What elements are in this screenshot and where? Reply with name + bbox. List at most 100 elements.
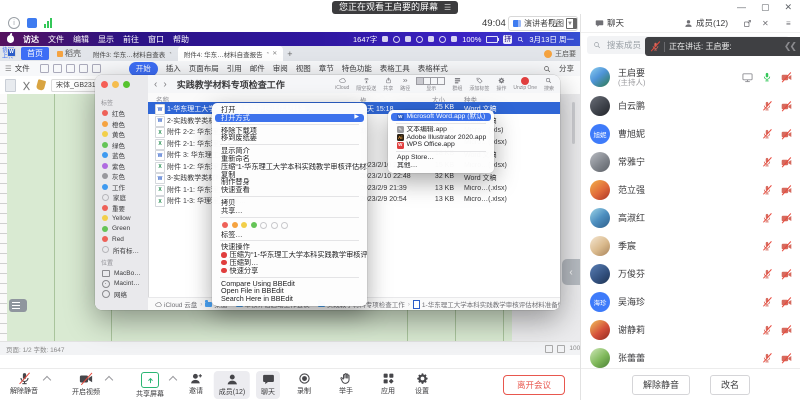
status-icon[interactable]: [451, 36, 457, 42]
sidebar-tag[interactable]: 灰色: [95, 171, 148, 182]
ribbon-tab-表格样式[interactable]: 表格样式: [418, 63, 448, 74]
sidebar-tag[interactable]: Red: [95, 234, 148, 245]
wps-doc-tab-2[interactable]: W附件4: 华东…材料自查报告◔✕: [178, 46, 283, 61]
sidebar-location[interactable]: Macint…: [95, 279, 148, 290]
wps-home-tab[interactable]: 首页: [21, 47, 49, 60]
spotlight-icon[interactable]: [517, 36, 524, 43]
path-segment[interactable]: 1-华东理工大学本科实践教学审核评估材料准备情况专项检查工作.docx: [413, 299, 560, 309]
finder-toolbar-gear[interactable]: 操作: [496, 77, 506, 92]
menubar-clock[interactable]: 3月13日 周一: [529, 34, 574, 45]
toolbar-mic-off[interactable]: 解除静音: [10, 372, 38, 396]
path-segment[interactable]: iCloud 云盘: [155, 299, 197, 309]
context-menu-item[interactable]: 复制: [212, 171, 367, 179]
menubar-item-4[interactable]: 显示: [98, 34, 114, 45]
sidebar-tag[interactable]: 黄色: [95, 129, 148, 140]
context-menu-item[interactable]: 移到废纸篓: [212, 134, 367, 142]
sidebar-tag[interactable]: 橙色: [95, 119, 148, 130]
context-menu-item[interactable]: 打开方式▶: [215, 114, 364, 122]
sidebar-tag[interactable]: 紫色: [95, 161, 148, 172]
apple-logo-icon[interactable]: [7, 35, 14, 43]
info-icon[interactable]: i: [8, 17, 20, 29]
toolbar-cam-off[interactable]: 开启视频: [72, 372, 100, 397]
finder-toolbar-group[interactable]: 群组: [452, 77, 462, 92]
close-button[interactable]: ✕: [784, 2, 792, 13]
context-menu-item[interactable]: 压缩“1-华东理工大学本科实践教学审核评估材料准备情况专项检查工作”: [212, 163, 367, 171]
member-row[interactable]: 旭妮曹旭妮: [581, 120, 800, 148]
member-row[interactable]: 白云鹏: [581, 92, 800, 120]
tag-dot-icon[interactable]: [271, 222, 278, 229]
sidebar-tag[interactable]: Yellow: [95, 213, 148, 224]
sidebar-tag[interactable]: 绿色: [95, 140, 148, 151]
ribbon-tab-章节[interactable]: 章节: [319, 63, 334, 74]
context-menu-item[interactable]: 压缩为“1-华东理工大学本科实践教学审核评估材料准备情况专项检查工作.zip”: [212, 251, 367, 259]
toolbar-screen-share[interactable]: 共享屏幕: [136, 372, 164, 399]
status-icon[interactable]: [416, 36, 423, 43]
tag-color-row[interactable]: [212, 220, 367, 231]
sidebar-tag[interactable]: 蓝色: [95, 150, 148, 161]
member-row[interactable]: 万俊芬: [581, 260, 800, 288]
share-button[interactable]: 分享: [559, 63, 574, 74]
wps-user-chip[interactable]: 王启要: [544, 49, 576, 59]
close-tab-icon[interactable]: ✕: [272, 50, 277, 57]
context-menu-item[interactable]: 标签…: [212, 231, 367, 239]
context-menu-item[interactable]: Open File in BBEdit: [212, 287, 367, 295]
finder-toolbar-airdrop[interactable]: 隔空投送: [356, 77, 376, 92]
open-with-item[interactable]: 其他…: [388, 162, 494, 170]
tag-dot-icon[interactable]: [281, 222, 288, 229]
chevron-up-icon[interactable]: [105, 376, 113, 384]
context-menu-item[interactable]: 打开: [212, 106, 367, 114]
format-painter-icon[interactable]: [36, 79, 46, 91]
toolbar-record[interactable]: 录制: [297, 372, 311, 396]
view-mode-icon[interactable]: [545, 345, 553, 353]
member-row[interactable]: 常雅宁: [581, 148, 800, 176]
sidebar-location[interactable]: MacBo…: [95, 268, 148, 279]
unmute-button[interactable]: 解除静音: [632, 375, 690, 395]
menubar-item-3[interactable]: 编辑: [73, 34, 89, 45]
wps-file-menu[interactable]: ☰文件: [5, 63, 30, 74]
chevron-up-icon[interactable]: [169, 376, 177, 384]
toolbar-chat[interactable]: 聊天: [256, 371, 280, 399]
fullscreen-icon[interactable]: [549, 19, 557, 27]
zoom-level[interactable]: 100%: [569, 345, 580, 352]
forward-button[interactable]: ›: [163, 79, 166, 90]
rename-button[interactable]: 改名: [710, 375, 750, 395]
menubar-item-7[interactable]: 帮助: [173, 34, 189, 45]
maximize-button[interactable]: ▢: [761, 2, 770, 13]
sidebar-tag[interactable]: 家庭: [95, 192, 148, 203]
toolbar-apps[interactable]: 应用: [381, 372, 395, 396]
menubar-item-5[interactable]: 前往: [123, 34, 139, 45]
wps-doc-tab-1[interactable]: S附件3: 华东…材料自查表◔: [87, 46, 178, 61]
ribbon-tab-特色功能[interactable]: 特色功能: [342, 63, 372, 74]
tag-dot-icon[interactable]: [260, 222, 267, 229]
context-menu-item[interactable]: Compare Using BBEdit: [212, 280, 367, 288]
tag-dot-icon[interactable]: [222, 222, 228, 228]
ribbon-tab-引用[interactable]: 引用: [227, 63, 242, 74]
banner-menu-icon[interactable]: ☰: [444, 1, 451, 14]
tag-dot-icon[interactable]: [251, 222, 257, 228]
cut-icon[interactable]: [22, 81, 31, 90]
table-tool-widget[interactable]: [9, 299, 27, 312]
input-method-icon[interactable]: 拼: [503, 35, 512, 44]
menubar-item-6[interactable]: 窗口: [148, 34, 164, 45]
scrollbar[interactable]: [572, 102, 575, 144]
member-row[interactable]: 海珍吴海珍: [581, 288, 800, 316]
toolbar-hand[interactable]: 举手: [339, 372, 353, 396]
ribbon-tab-邮件[interactable]: 邮件: [250, 63, 265, 74]
finder-toolbar-tag[interactable]: 添加标签: [469, 77, 489, 92]
sidebar-location[interactable]: 网络: [95, 289, 148, 300]
ribbon-tab-审阅[interactable]: 审阅: [273, 63, 288, 74]
sidebar-tag[interactable]: 所有标…: [95, 245, 148, 256]
security-icon[interactable]: [27, 18, 37, 28]
new-tab-button[interactable]: +: [287, 49, 292, 59]
view-mode-icon[interactable]: [557, 345, 565, 353]
back-button[interactable]: ‹: [154, 79, 157, 90]
panel-menu-icon[interactable]: ≡: [786, 19, 791, 28]
context-menu-item[interactable]: Search Here in BBEdit: [212, 295, 367, 303]
menubar-item-2[interactable]: 文件: [48, 34, 64, 45]
wps-docer-tab[interactable]: 稻壳: [57, 48, 81, 59]
status-icon[interactable]: [439, 36, 446, 43]
context-menu-item[interactable]: 显示简介: [212, 147, 367, 155]
toolbar-gear[interactable]: 设置: [415, 372, 429, 396]
close-window-button[interactable]: [101, 81, 108, 88]
context-menu-item[interactable]: 拷贝: [212, 199, 367, 207]
